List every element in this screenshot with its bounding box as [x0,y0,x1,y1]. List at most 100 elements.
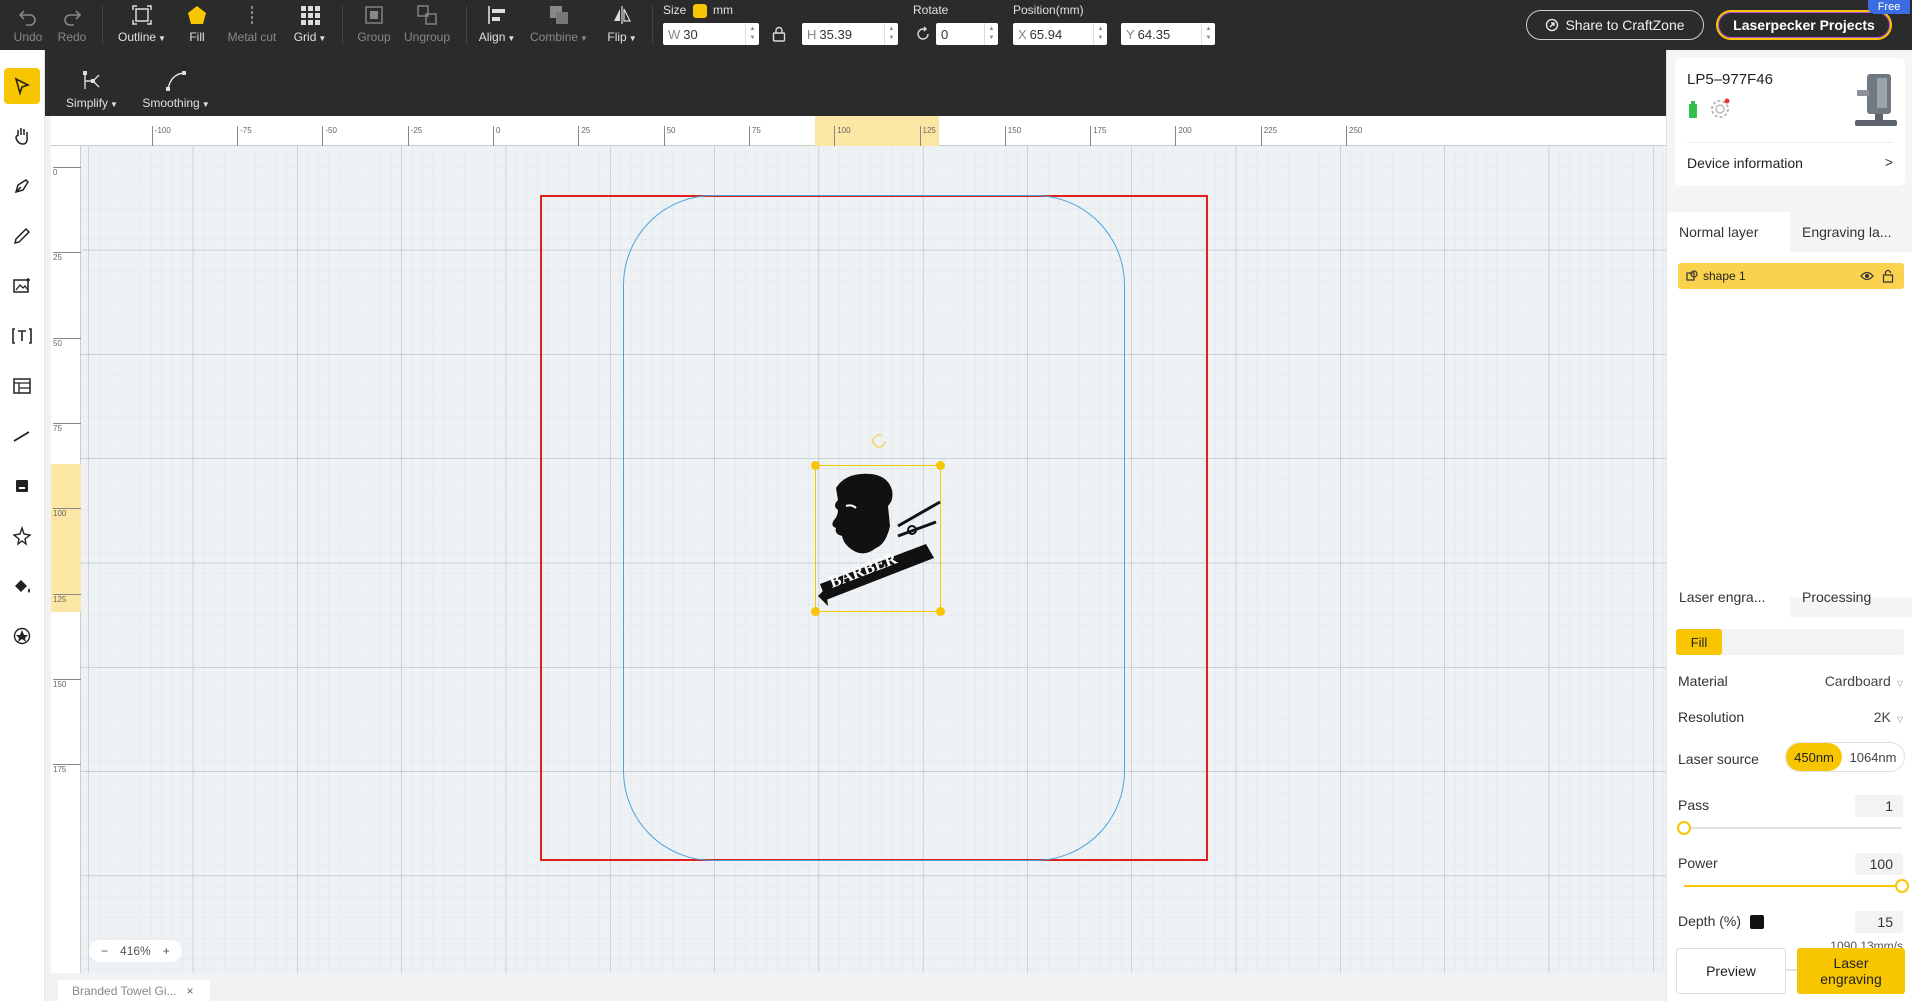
zoom-out-button[interactable]: − [101,944,108,958]
ungroup-icon [417,5,437,25]
source-1064nm-option[interactable]: 1064nm [1842,743,1904,771]
rotate-stepper[interactable]: ▲ ▼ [984,23,998,45]
divider [466,6,467,44]
depth-link-icon[interactable] [1749,915,1764,930]
simplify-button[interactable]: Simplify ▼ [62,50,122,116]
image-tool[interactable] [4,268,40,304]
hand-tool[interactable] [4,118,40,154]
tab-normal-layer[interactable]: Normal layer [1667,212,1790,252]
outline-button[interactable]: Outline ▼ [114,0,170,50]
group-button[interactable]: Group [352,0,396,50]
material-select[interactable]: Cardboard ▽ [1825,673,1903,689]
shapes-tool[interactable] [4,618,40,654]
fill-bucket-tool[interactable] [4,568,40,604]
height-input[interactable]: H 35.39 ▲ ▼ [802,23,898,45]
pen-icon [14,179,29,194]
device-card[interactable]: LP5–977F46 Device information > [1675,58,1905,186]
layer-item[interactable]: shape 1 [1678,263,1904,289]
y-stepper[interactable]: ▲ ▼ [1201,23,1215,45]
pass-slider-handle[interactable] [1677,821,1691,835]
undo-button[interactable]: Undo [8,0,48,50]
combine-button[interactable]: Combine ▼ [528,0,590,50]
size-label: Size mm [663,3,734,18]
horizontal-ruler: -100 -75 -50 -25 0 25 50 75 100 125 150 175 200 225 25… [51,116,1666,146]
pencil-tool[interactable] [4,218,40,254]
magic-tool[interactable] [4,518,40,554]
laserpecker-projects-button[interactable]: Laserpecker Projects [1716,10,1892,40]
chevron-down-icon: ▼ [110,100,118,109]
rotate-label: Rotate [913,3,949,17]
ruler-tick-label: 100 [834,126,851,146]
depth-input[interactable]: 15 [1855,911,1903,933]
magic-icon [12,526,32,546]
resize-handle[interactable] [936,461,945,470]
stamp-tool[interactable] [4,468,40,504]
text-tool[interactable] [4,318,40,354]
ruler-tick-label: 150 [1004,126,1021,146]
ungroup-button[interactable]: Ungroup [402,0,452,50]
width-input[interactable]: W 30 ▲ ▼ [663,23,759,45]
unlock-icon[interactable] [1882,269,1894,283]
lock-ratio-icon[interactable] [692,3,707,18]
eye-icon[interactable] [1860,270,1874,282]
preview-button[interactable]: Preview [1676,948,1786,994]
resize-handle[interactable] [811,461,820,470]
width-stepper[interactable]: ▲ ▼ [745,23,759,45]
table-tool[interactable] [4,368,40,404]
resize-handle[interactable] [936,607,945,616]
smoothing-button[interactable]: Smoothing ▼ [138,50,214,116]
resolution-select[interactable]: 2K ▽ [1874,709,1903,725]
select-tool[interactable] [4,68,40,104]
x-stepper[interactable]: ▲ ▼ [1093,23,1107,45]
undo-icon [18,10,36,26]
pass-slider[interactable] [1677,821,1902,835]
laser-engraving-button[interactable]: Laser engraving [1797,948,1905,994]
chevron-down-icon: ▼ [201,100,210,109]
pass-input[interactable]: 1 [1855,795,1903,817]
power-slider-handle[interactable] [1895,879,1909,893]
close-tab-icon[interactable]: × [187,984,194,998]
rotate-handle-icon[interactable] [870,432,888,450]
line-icon [13,431,30,442]
ruler-tick-label: 25 [578,126,590,146]
align-button[interactable]: Align ▼ [474,0,520,50]
file-tab[interactable]: Branded Towel Gi... × [58,980,210,1001]
settings-gear-icon[interactable] [1709,98,1731,120]
x-position-input[interactable]: X 65.94 ▲ ▼ [1013,23,1107,45]
line-tool[interactable] [4,418,40,454]
tab-laser-engraving[interactable]: Laser engra... [1667,577,1790,617]
simplify-label: Simplify [66,96,109,110]
power-input[interactable]: 100 [1855,853,1903,875]
layer-tabs: Normal layer Engraving la... [1667,212,1912,252]
stamp-icon [16,480,28,492]
tab-engraving-layer[interactable]: Engraving la... [1790,212,1912,252]
ruler-tick-label: 125 [53,593,81,604]
zoom-in-button[interactable]: + [163,944,170,958]
tab-processing[interactable]: Processing [1790,577,1912,617]
image-icon [13,278,30,293]
design-canvas[interactable]: -100 -75 -50 -25 0 25 50 75 100 125 150 175 200 225 25… [51,116,1666,973]
source-450nm-option[interactable]: 450nm [1786,743,1842,771]
redo-button[interactable]: Redo [52,0,92,50]
ruler-tick-label: 50 [663,126,676,146]
grid-button[interactable]: Grid ▼ [290,0,330,50]
device-info-link[interactable]: Device information [1687,155,1803,171]
shapes-icon [13,627,31,645]
rotate-input[interactable]: 0 ▲ ▼ [936,23,998,45]
y-position-input[interactable]: Y 64.35 ▲ ▼ [1121,23,1215,45]
metal-cut-button[interactable]: Metal cut [222,0,282,50]
rotate-icon [917,26,929,40]
file-tab-name: Branded Towel Gi... [72,983,177,998]
pen-tool[interactable] [4,168,40,204]
lock-icon[interactable] [772,26,786,42]
settings-tabs: Laser engra... Processing [1667,577,1912,617]
fill-mode-button[interactable]: Fill [1676,629,1722,655]
selection-box[interactable]: BARBER [811,434,945,616]
resize-handle[interactable] [811,607,820,616]
share-craftzone-button[interactable]: Share to CraftZone [1526,10,1704,40]
flip-button[interactable]: Flip ▼ [602,0,642,50]
height-stepper[interactable]: ▲ ▼ [884,23,898,45]
shape-layer-icon [1686,270,1698,281]
power-slider[interactable] [1684,879,1909,893]
fill-button[interactable]: Fill [180,0,214,50]
